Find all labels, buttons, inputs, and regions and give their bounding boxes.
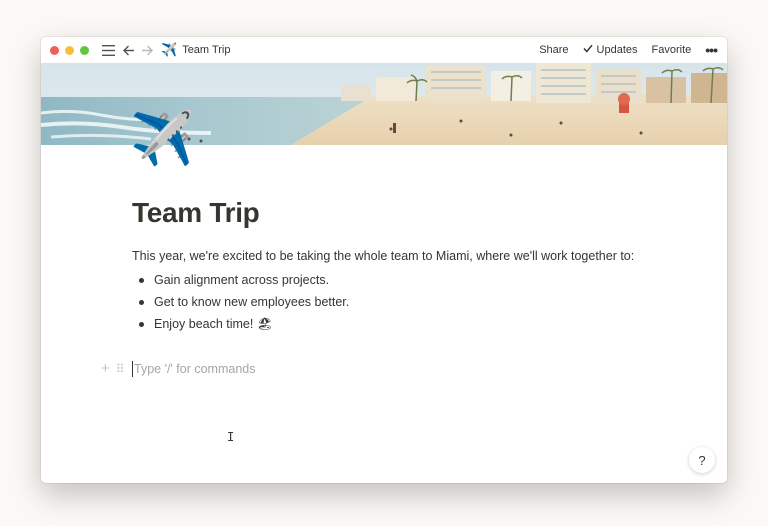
close-window-button[interactable] bbox=[50, 45, 59, 55]
question-icon: ? bbox=[698, 452, 706, 468]
window-controls bbox=[50, 45, 89, 55]
intro-paragraph[interactable]: This year, we're excited to be taking th… bbox=[132, 249, 634, 263]
favorite-button[interactable]: Favorite bbox=[652, 44, 692, 56]
breadcrumb-page-icon: ✈️ bbox=[161, 42, 178, 57]
list-item-text: Enjoy beach time! 🏖 bbox=[154, 317, 273, 331]
more-icon[interactable]: ••• bbox=[705, 42, 718, 58]
updates-label: Updates bbox=[596, 44, 638, 56]
arrow-right-icon[interactable] bbox=[141, 45, 153, 56]
page-title[interactable]: Team Trip bbox=[132, 197, 260, 229]
minimize-window-button[interactable] bbox=[65, 45, 74, 55]
drag-handle-icon[interactable]: ⠿ bbox=[116, 362, 125, 376]
titlebar: ✈️ Team Trip Share Updates Favorite ••• bbox=[41, 37, 727, 63]
list-item-text: Gain alignment across projects. bbox=[154, 273, 330, 287]
zoom-window-button[interactable] bbox=[80, 45, 89, 55]
list-item-text: Get to know new employees better. bbox=[154, 295, 350, 309]
topbar-actions: Share Updates Favorite ••• bbox=[525, 37, 718, 63]
text-cursor-icon: I bbox=[227, 430, 235, 444]
plus-icon[interactable]: + bbox=[101, 361, 110, 376]
list-item[interactable]: Get to know new employees better. bbox=[132, 291, 349, 313]
updates-button[interactable]: Updates bbox=[582, 44, 638, 56]
share-button[interactable]: Share bbox=[539, 44, 568, 56]
bullet-dot bbox=[139, 277, 144, 283]
breadcrumb-page-title[interactable]: Team Trip bbox=[182, 44, 230, 56]
bulleted-list: Gain alignment across projects. Get to k… bbox=[132, 269, 349, 335]
page-icon[interactable]: ✈️ bbox=[130, 113, 195, 165]
block-handle: + ⠿ bbox=[101, 361, 125, 376]
arrow-left-icon[interactable] bbox=[123, 45, 135, 56]
bullet-dot bbox=[139, 321, 144, 327]
command-input[interactable]: Type '/' for commands bbox=[132, 361, 255, 377]
help-button[interactable]: ? bbox=[689, 447, 715, 473]
list-item[interactable]: Enjoy beach time! 🏖 bbox=[132, 313, 349, 335]
check-icon bbox=[582, 44, 593, 56]
app-window: ✈️ Team Trip Share Updates Favorite ••• bbox=[41, 37, 727, 483]
hamburger-icon[interactable] bbox=[101, 44, 115, 56]
bullet-dot bbox=[139, 299, 144, 305]
list-item[interactable]: Gain alignment across projects. bbox=[132, 269, 349, 291]
